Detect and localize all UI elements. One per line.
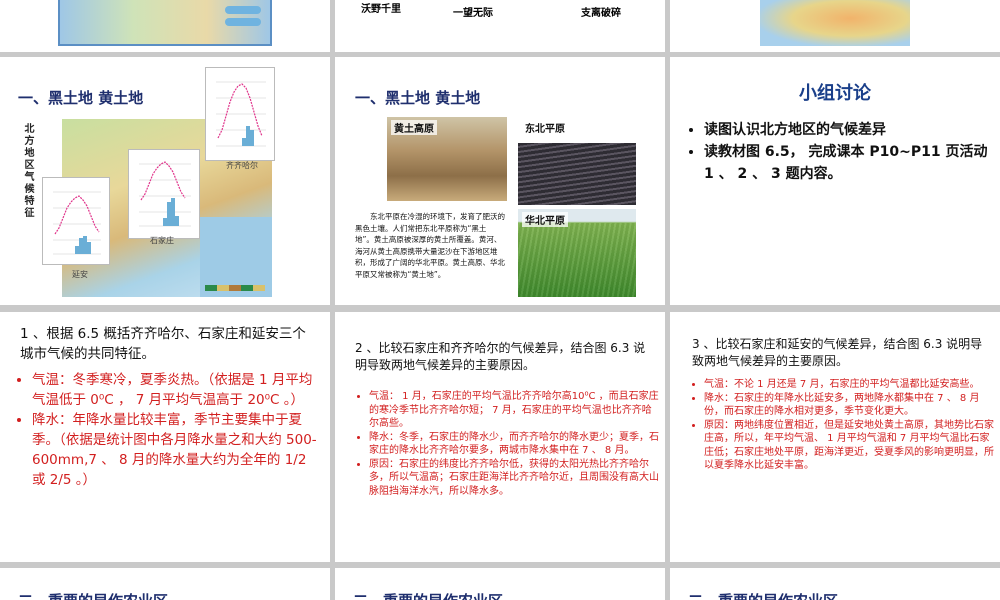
photo-label-loess: 黄土高原 [391, 120, 437, 135]
question-text: 2 、比较石家庄和齐齐哈尔的气候差异，结合图 6.3 说明导致两地气候差异的主要… [355, 341, 646, 372]
photo-loess-plateau: 黄土高原 [387, 117, 507, 201]
answer-item: 降水：石家庄的年降水比延安多，两地降水都集中在 7 、 8 月份，而石家庄的降水… [704, 392, 996, 419]
slide-top-mid: 沃野千里 一望无际 支离破碎 [335, 0, 665, 52]
map-legend-buttons [225, 6, 261, 36]
caption-zhili: 支离破碎 [581, 8, 621, 19]
city-yanan: 延安 [72, 270, 88, 279]
climate-chart-svg [216, 81, 266, 147]
climate-chart-svg [53, 191, 101, 255]
slide-soil-photos: 一、黑土地 黄土地 黄土高原 东北平原 华北平原 东北平原在冷湿的环境下，发育了… [335, 57, 665, 305]
climate-chart-shijiazhuang [128, 149, 200, 239]
answer-item: 降水：年降水量比较丰富，季节主要集中于夏季。（依据是统计图中各月降水量之和大约 … [32, 410, 324, 490]
question-text: 3 、比较石家庄和延安的气候差异，结合图 6.3 说明导致两地气候差异的主要原因… [692, 337, 983, 368]
city-qiqihar: 齐齐哈尔 [226, 161, 258, 170]
answer-item: 原因：两地纬度位置相近，但是延安地处黄土高原，其地势比石家庄高，所以，年平均气温… [704, 419, 996, 473]
slide-title: 一、黑土地 黄土地 [355, 89, 481, 107]
climate-chart-svg [139, 161, 191, 227]
slide-bottom-right: 二、重要的早作农业区 [670, 568, 1000, 600]
caption-wotian: 沃野千里 [361, 4, 401, 15]
climate-chart-qiqihar [205, 67, 275, 161]
slide-bottom-left: 二、重要的早作农业区 [0, 568, 330, 600]
answer-list: 气温：冬季寒冷，夏季炎热。（依据是 1 月平均气温低于 0⁰C ， 7 月平均气… [20, 370, 324, 490]
slide-title: 二、重要的早作农业区 [18, 590, 168, 600]
slide-question-1: 1 、根据 6.5 概括齐齐哈尔、石家庄和延安三个城市气候的共同特征。 气温：冬… [0, 312, 330, 562]
china-map-thumbnail [760, 0, 910, 46]
slide-top-left [0, 0, 330, 52]
discussion-list: 读图认识北方地区的气候差异 读教材图 6.5， 完成课本 P10~P11 页活动… [692, 119, 994, 185]
side-label: 北方地区气候特征 [22, 123, 33, 219]
answer-item: 气温：冬季寒冷，夏季炎热。（依据是 1 月平均气温低于 0⁰C ， 7 月平均气… [32, 370, 324, 410]
slide-climate-map: 一、黑土地 黄土地 北方地区气候特征 齐齐哈尔 石家庄 延安 [0, 57, 330, 305]
slide-bottom-mid: 二、重要的早作农业区 [335, 568, 665, 600]
photo-label-northeast: 东北平原 [522, 120, 568, 135]
slide-title: 二、重要的早作农业区 [688, 590, 838, 600]
photo-label-north-china: 华北平原 [522, 212, 568, 227]
climate-chart-yanan [42, 177, 110, 265]
photo-north-china-plain: 华北平原 [518, 209, 636, 297]
discussion-item: 读教材图 6.5， 完成课本 P10~P11 页活动 1 、 2 、 3 题内容… [704, 141, 994, 185]
slide-title: 一、黑土地 黄土地 [18, 89, 144, 107]
slide-question-3: 3 、比较石家庄和延安的气候差异，结合图 6.3 说明导致两地气候差异的主要原因… [670, 312, 1000, 562]
slide-group-discussion: 小组讨论 读图认识北方地区的气候差异 读教材图 6.5， 完成课本 P10~P1… [670, 57, 1000, 305]
question-text: 1 、根据 6.5 概括齐齐哈尔、石家庄和延安三个城市气候的共同特征。 [20, 326, 306, 362]
slide-title: 二、重要的早作农业区 [353, 590, 503, 600]
answer-item: 气温： 1 月，石家庄的平均气温比齐齐哈尔高10⁰C ，而且石家庄的寒冷季节比齐… [369, 390, 659, 431]
photo-northeast-plain: 东北平原 [518, 117, 636, 205]
answer-list: 气温：不论 1 月还是 7 月，石家庄的平均气温都比延安高些。 降水：石家庄的年… [692, 378, 996, 473]
answer-item: 原因：石家庄的纬度比齐齐哈尔低，获得的太阳光热比齐齐哈尔多，所以气温高；石家庄距… [369, 458, 659, 499]
description-paragraph: 东北平原在冷湿的环境下，发育了肥沃的黑色土壤。人们常把东北平原称为“黑土地”。黄… [355, 212, 505, 279]
answer-item: 气温：不论 1 月还是 7 月，石家庄的平均气温都比延安高些。 [704, 378, 996, 392]
slide-top-right [670, 0, 1000, 52]
city-shijiazhuang: 石家庄 [150, 236, 174, 245]
answer-list: 气温： 1 月，石家庄的平均气温比齐齐哈尔高10⁰C ，而且石家庄的寒冷季节比齐… [357, 390, 659, 498]
map-scale-bar [205, 285, 265, 291]
slide-question-2: 2 、比较石家庄和齐齐哈尔的气候差异，结合图 6.3 说明导致两地气候差异的主要… [335, 312, 665, 562]
caption-yiwang: 一望无际 [453, 8, 493, 19]
discussion-item: 读图认识北方地区的气候差异 [704, 119, 994, 141]
answer-item: 降水：冬季，石家庄的降水少，而齐齐哈尔的降水更少；夏季，石家庄的降水比齐齐哈尔要… [369, 431, 659, 458]
slide-title: 小组讨论 [799, 83, 871, 104]
